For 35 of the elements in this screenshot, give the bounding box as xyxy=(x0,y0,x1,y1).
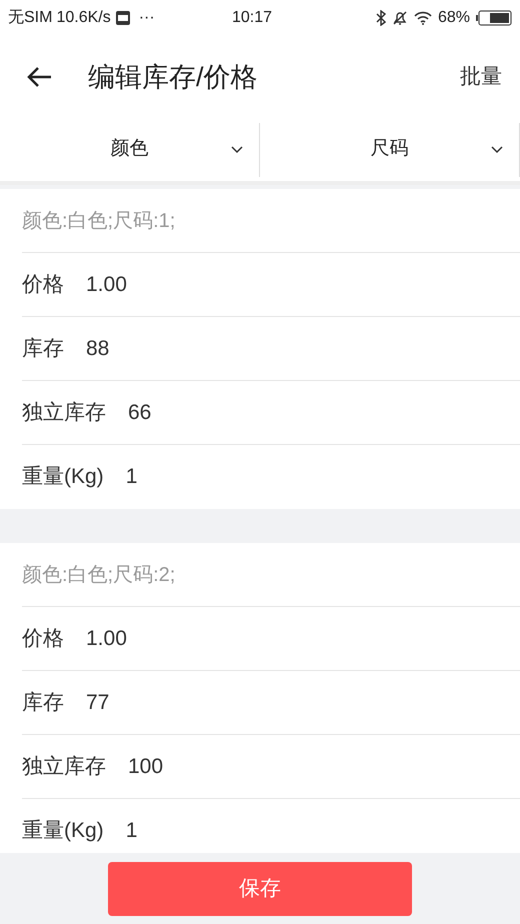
field-label: 库存 xyxy=(22,336,64,362)
chevron-down-icon xyxy=(231,146,243,154)
input-field[interactable]: 88 xyxy=(86,332,520,364)
field-label: 库存 xyxy=(22,690,64,716)
input-field[interactable]: 66 xyxy=(128,396,520,428)
app-notification-icon xyxy=(114,10,131,26)
field-label: 独立库存 xyxy=(22,400,106,426)
field-label: 独立库存 xyxy=(22,754,106,780)
bell-muted-icon xyxy=(392,10,408,26)
field-label: 重量(Kg) xyxy=(22,818,104,844)
chevron-down-icon xyxy=(491,146,503,154)
field-label: 价格 xyxy=(22,626,64,652)
batch-button[interactable]: 批量 xyxy=(460,61,502,93)
page-title: 编辑库存/价格 xyxy=(88,60,258,94)
clock: 10:17 xyxy=(232,8,272,28)
input-field[interactable]: 77 xyxy=(86,686,520,718)
input-field[interactable]: 1 xyxy=(126,815,520,847)
bluetooth-icon xyxy=(376,10,386,26)
battery-percent: 68% xyxy=(438,8,470,28)
sku-title: 颜色:白色;尺码:1; xyxy=(22,189,520,253)
field-label: 价格 xyxy=(22,272,64,298)
carrier-text: 无SIM xyxy=(8,8,52,28)
back-arrow-icon[interactable] xyxy=(26,66,52,88)
input-field[interactable]: 1.00 xyxy=(86,622,520,654)
input-field[interactable]: 1.00 xyxy=(86,268,520,300)
battery-icon xyxy=(476,10,512,26)
field-label: 重量(Kg) xyxy=(22,464,104,490)
more-notifications: ··· xyxy=(138,8,155,28)
filter-dropdown[interactable]: 颜色 xyxy=(0,122,260,176)
wifi-icon xyxy=(414,11,432,25)
filter-dropdown[interactable]: 尺码 xyxy=(260,122,520,176)
sku-title: 颜色:白色;尺码:2; xyxy=(22,543,520,607)
input-field[interactable]: 100 xyxy=(128,750,520,782)
network-speed: 10.6K/s xyxy=(56,8,111,28)
input-field[interactable]: 1 xyxy=(126,461,520,493)
